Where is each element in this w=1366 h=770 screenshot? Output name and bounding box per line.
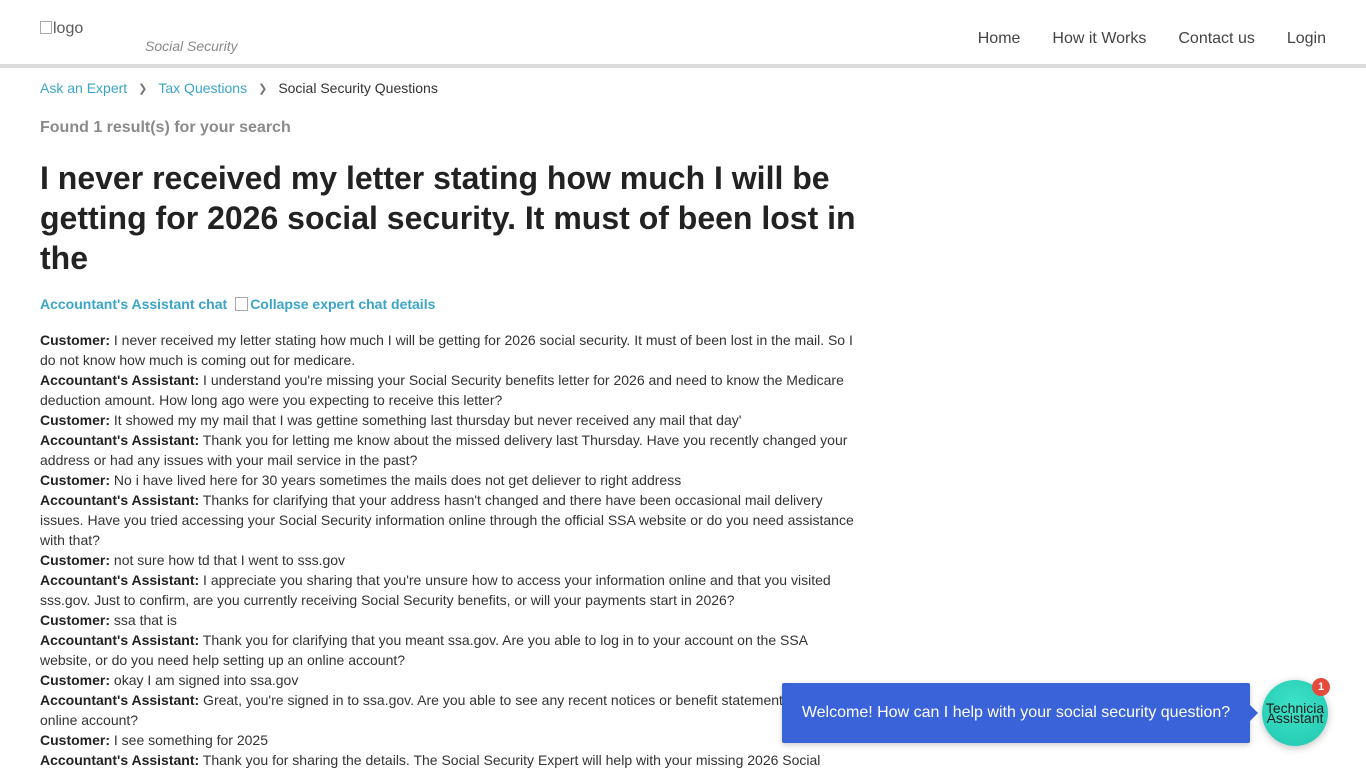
chat-text: I never received my letter stating how m… [40, 332, 853, 368]
site-header: logo Social Security Home How it Works C… [0, 0, 1366, 68]
assistant-label-line2: Assistant [1266, 710, 1324, 726]
nav-how-it-works[interactable]: How it Works [1052, 30, 1146, 48]
breadcrumb-tax-questions[interactable]: Tax Questions [158, 80, 247, 96]
chat-message: Customer: okay I am signed into ssa.gov [40, 670, 858, 690]
chat-text: It showed my my mail that I was gettine … [110, 412, 742, 428]
chat-text: okay I am signed into ssa.gov [110, 672, 299, 688]
site-logo[interactable]: logo [40, 20, 83, 38]
chat-message: Accountant's Assistant: I understand you… [40, 370, 858, 410]
collapse-alt-text: Collapse expert chat details [250, 296, 436, 312]
broken-image-icon [40, 21, 52, 34]
chat-text: I see something for 2025 [110, 732, 269, 748]
chat-text: No i have lived here for 30 years someti… [110, 472, 682, 488]
chat-message: Accountant's Assistant: Thank you for le… [40, 430, 858, 470]
chat-message: Customer: not sure how td that I went to… [40, 550, 858, 570]
site-tagline: Social Security [145, 38, 238, 54]
chat-message: Customer: I see something for 2025 [40, 730, 858, 750]
chat-heading: Accountant's Assistant chat Collapse exp… [40, 296, 435, 312]
question-title: I never received my letter stating how m… [40, 160, 856, 276]
chat-speaker: Accountant's Assistant: [40, 752, 200, 768]
nav-contact-us[interactable]: Contact us [1178, 30, 1254, 48]
breadcrumb: Ask an Expert ❯ Tax Questions ❯ Social S… [40, 80, 438, 96]
chat-speaker: Customer: [40, 672, 111, 688]
notification-badge: 1 [1312, 678, 1330, 696]
chat-speaker: Accountant's Assistant: [40, 372, 200, 388]
chevron-right-icon: ❯ [138, 82, 148, 95]
logo-alt-text: logo [53, 20, 84, 37]
chat-message: Customer: It showed my my mail that I wa… [40, 410, 858, 430]
chat-text: ssa that is [110, 612, 177, 628]
nav-login[interactable]: Login [1287, 30, 1326, 48]
chat-speaker: Customer: [40, 612, 111, 628]
chat-speaker: Customer: [40, 472, 111, 488]
chat-speaker: Accountant's Assistant: [40, 572, 200, 588]
chat-message: Customer: ssa that is [40, 610, 858, 630]
chat-heading-link[interactable]: Accountant's Assistant chat [40, 296, 227, 312]
chat-speaker: Customer: [40, 412, 111, 428]
chat-text: Thank you for sharing the details. The S… [199, 752, 821, 768]
main-nav: Home How it Works Contact us Login [978, 30, 1326, 48]
chat-speaker: Accountant's Assistant: [40, 432, 200, 448]
search-results-count: Found 1 result(s) for your search [40, 119, 291, 136]
chat-message: Accountant's Assistant: Thanks for clari… [40, 490, 858, 550]
chat-speaker: Customer: [40, 552, 111, 568]
nav-home[interactable]: Home [978, 30, 1021, 48]
chat-transcript: Customer: I never received my letter sta… [40, 330, 858, 770]
chat-speaker: Accountant's Assistant: [40, 632, 200, 648]
chat-speaker: Customer: [40, 332, 111, 348]
chat-speaker: Accountant's Assistant: [40, 692, 200, 708]
chat-message: Accountant's Assistant: Thank you for sh… [40, 750, 858, 770]
breadcrumb-ask-an-expert[interactable]: Ask an Expert [40, 80, 127, 96]
collapse-chat-toggle[interactable]: Collapse expert chat details [235, 296, 435, 312]
chat-speaker: Customer: [40, 732, 111, 748]
chat-message: Accountant's Assistant: I appreciate you… [40, 570, 858, 610]
chat-speaker: Accountant's Assistant: [40, 492, 200, 508]
collapse-icon [235, 297, 249, 311]
chat-message: Customer: No i have lived here for 30 ye… [40, 470, 858, 490]
breadcrumb-current: Social Security Questions [278, 80, 438, 96]
chat-message: Customer: I never received my letter sta… [40, 330, 858, 370]
chat-message: Accountant's Assistant: Great, you're si… [40, 690, 858, 730]
chat-message: Accountant's Assistant: Thank you for cl… [40, 630, 858, 670]
welcome-message-bubble[interactable]: Welcome! How can I help with your social… [782, 683, 1258, 743]
chat-text: not sure how td that I went to sss.gov [110, 552, 346, 568]
chevron-right-icon: ❯ [258, 82, 268, 95]
